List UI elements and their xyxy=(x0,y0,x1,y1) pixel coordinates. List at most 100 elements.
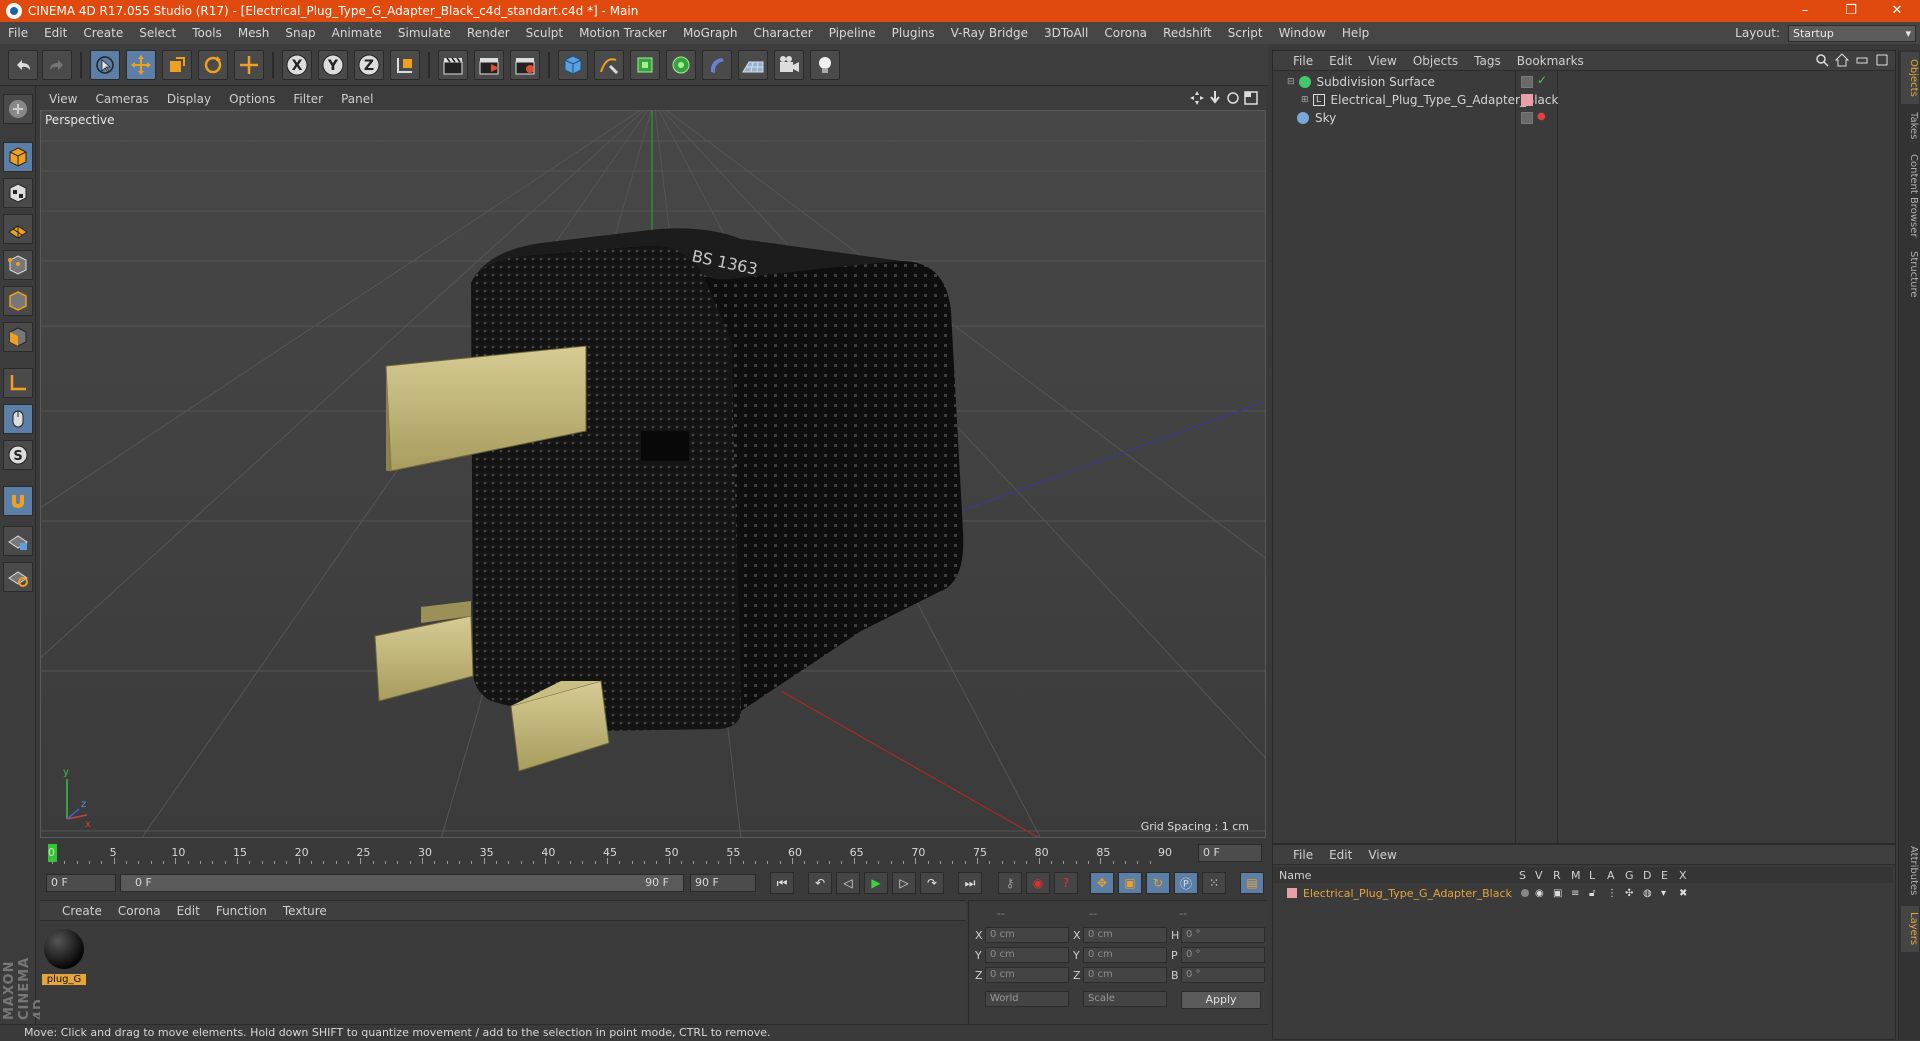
home-icon[interactable] xyxy=(1835,53,1849,67)
menu-vray-bridge[interactable]: V-Ray Bridge xyxy=(943,22,1036,44)
position-x-field[interactable]: 0 cm xyxy=(985,927,1069,943)
object-row-sky[interactable]: Sky xyxy=(1273,109,1891,127)
material-menu-corona[interactable]: Corona xyxy=(110,904,169,918)
key-position-toggle[interactable]: ✥ xyxy=(1090,872,1114,894)
viewport-menu-panel[interactable]: Panel xyxy=(332,92,382,106)
menu-pipeline[interactable]: Pipeline xyxy=(821,22,884,44)
add-spline-button[interactable] xyxy=(594,50,624,80)
coordinate-system-button[interactable] xyxy=(390,50,420,80)
objects-menu-edit[interactable]: Edit xyxy=(1321,54,1360,68)
apply-button[interactable]: Apply xyxy=(1181,991,1261,1009)
preview-range-slider[interactable]: 0 F 90 F xyxy=(120,874,684,892)
tab-takes[interactable]: Takes xyxy=(1901,106,1919,146)
column-manager[interactable]: M xyxy=(1571,869,1581,882)
menu-tools[interactable]: Tools xyxy=(184,22,230,44)
keyframe-selection-button[interactable]: ? xyxy=(1054,872,1078,894)
column-render[interactable]: R xyxy=(1553,869,1561,882)
key-scale-toggle[interactable]: ▣ xyxy=(1118,872,1142,894)
end-frame-field[interactable]: 90 F xyxy=(690,874,756,892)
column-view[interactable]: V xyxy=(1535,869,1543,882)
xref-toggle-icon[interactable]: ✖ xyxy=(1679,888,1687,899)
menu-redshift[interactable]: Redshift xyxy=(1155,22,1220,44)
expand-toggle-icon[interactable]: ⊞ xyxy=(1301,95,1309,105)
size-x-field[interactable]: 0 cm xyxy=(1083,927,1167,943)
animation-toggle-icon[interactable]: ⋮ xyxy=(1607,888,1617,899)
menu-corona[interactable]: Corona xyxy=(1096,22,1155,44)
key-parameter-toggle[interactable]: Ⓟ xyxy=(1174,872,1198,894)
menu-mesh[interactable]: Mesh xyxy=(230,22,278,44)
expand-panel-icon[interactable] xyxy=(1875,53,1889,67)
viewport-pan-icon[interactable] xyxy=(1190,91,1204,105)
size-z-field[interactable]: 0 cm xyxy=(1083,967,1167,983)
rotation-b-field[interactable]: 0 ° xyxy=(1181,967,1265,983)
column-expressions[interactable]: E xyxy=(1661,869,1668,882)
points-mode-button[interactable] xyxy=(3,250,33,280)
menu-edit[interactable]: Edit xyxy=(36,22,75,44)
object-row-subdivision-surface[interactable]: ⊟ Subdivision Surface xyxy=(1273,73,1891,91)
timeline-window-button[interactable]: ▤ xyxy=(1240,872,1264,894)
live-selection-button[interactable] xyxy=(90,50,120,80)
new-view-icon[interactable] xyxy=(1855,53,1869,67)
autokey-button[interactable]: ◉ xyxy=(1026,872,1050,894)
record-keys-button[interactable]: ⚷ xyxy=(998,872,1022,894)
add-deformer-button[interactable] xyxy=(702,50,732,80)
manager-toggle-icon[interactable]: ≡ xyxy=(1571,888,1579,899)
start-frame-field[interactable]: 0 F xyxy=(46,874,116,892)
visibility-toggle[interactable] xyxy=(1521,76,1533,88)
viewport-menu-options[interactable]: Options xyxy=(220,92,284,106)
menu-script[interactable]: Script xyxy=(1220,22,1271,44)
menu-file[interactable]: File xyxy=(0,22,36,44)
render-toggle-icon[interactable]: ▣ xyxy=(1553,888,1562,899)
add-camera-button[interactable] xyxy=(774,50,804,80)
go-to-end-button[interactable]: ⏭ xyxy=(958,872,982,894)
go-to-start-button[interactable]: ⏮ xyxy=(770,872,794,894)
objects-menu-bookmarks[interactable]: Bookmarks xyxy=(1509,54,1592,68)
axis-mode-button[interactable] xyxy=(3,368,33,398)
play-button[interactable]: ▶ xyxy=(864,872,888,894)
viewport-menu-view[interactable]: View xyxy=(40,92,86,106)
rotation-p-field[interactable]: 0 ° xyxy=(1181,947,1265,963)
viewport-rotate-icon[interactable] xyxy=(1226,91,1240,105)
viewport-zoom-icon[interactable] xyxy=(1208,91,1222,105)
tab-structure[interactable]: Structure xyxy=(1901,246,1919,302)
x-axis-lock-button[interactable]: X xyxy=(282,50,312,80)
menu-help[interactable]: Help xyxy=(1334,22,1377,44)
tab-content-browser[interactable]: Content Browser xyxy=(1901,148,1919,244)
viewport-menu-display[interactable]: Display xyxy=(158,92,220,106)
object-row-plug[interactable]: ⊞ L Electrical_Plug_Type_G_Adapter_Black xyxy=(1273,91,1891,109)
material-menu-function[interactable]: Function xyxy=(208,904,275,918)
layer-color-tag[interactable] xyxy=(1521,94,1533,106)
view-eye-icon[interactable]: ◉ xyxy=(1535,888,1544,899)
generator-toggle-icon[interactable]: ✣ xyxy=(1625,888,1633,899)
column-solo[interactable]: S xyxy=(1519,869,1526,882)
menu-character[interactable]: Character xyxy=(745,22,820,44)
render-picture-viewer-button[interactable] xyxy=(474,50,504,80)
add-cube-button[interactable] xyxy=(558,50,588,80)
polygons-mode-button[interactable] xyxy=(3,322,33,352)
undo-button[interactable] xyxy=(8,50,38,80)
viewport-menu-cameras[interactable]: Cameras xyxy=(86,92,157,106)
snapping-button[interactable] xyxy=(3,486,33,516)
next-frame-button[interactable]: ▷ xyxy=(892,872,916,894)
add-mograph-cloner-button[interactable] xyxy=(666,50,696,80)
rotate-tool-button[interactable] xyxy=(198,50,228,80)
tweak-mode-button[interactable] xyxy=(3,404,33,434)
collapse-toggle-icon[interactable]: ⊟ xyxy=(1287,77,1295,87)
rotation-h-field[interactable]: 0 ° xyxy=(1181,927,1265,943)
tab-attributes[interactable]: Attributes xyxy=(1901,840,1919,902)
timeline-ruler[interactable]: 0 5 10 15 20 25 30 35 40 45 50 55 60 65 70 75 80 85 90 0 F xyxy=(40,842,1266,866)
tab-layers[interactable]: Layers xyxy=(1901,906,1919,952)
make-editable-button[interactable] xyxy=(3,94,33,124)
previous-frame-button[interactable]: ◁ xyxy=(836,872,860,894)
layout-select[interactable]: Startup xyxy=(1788,24,1916,42)
column-generators[interactable]: G xyxy=(1625,869,1634,882)
tab-objects[interactable]: Objects xyxy=(1901,52,1919,104)
transform-tool-button[interactable] xyxy=(234,50,264,80)
column-xref[interactable]: X xyxy=(1679,869,1687,882)
viewport-maximize-icon[interactable] xyxy=(1244,91,1258,105)
material-swatch[interactable]: plug_G xyxy=(42,927,86,987)
deformer-toggle-icon[interactable]: ◍ xyxy=(1643,888,1652,899)
column-animation[interactable]: A xyxy=(1607,869,1615,882)
layers-menu-file[interactable]: File xyxy=(1285,848,1321,862)
scale-tool-button[interactable] xyxy=(162,50,192,80)
